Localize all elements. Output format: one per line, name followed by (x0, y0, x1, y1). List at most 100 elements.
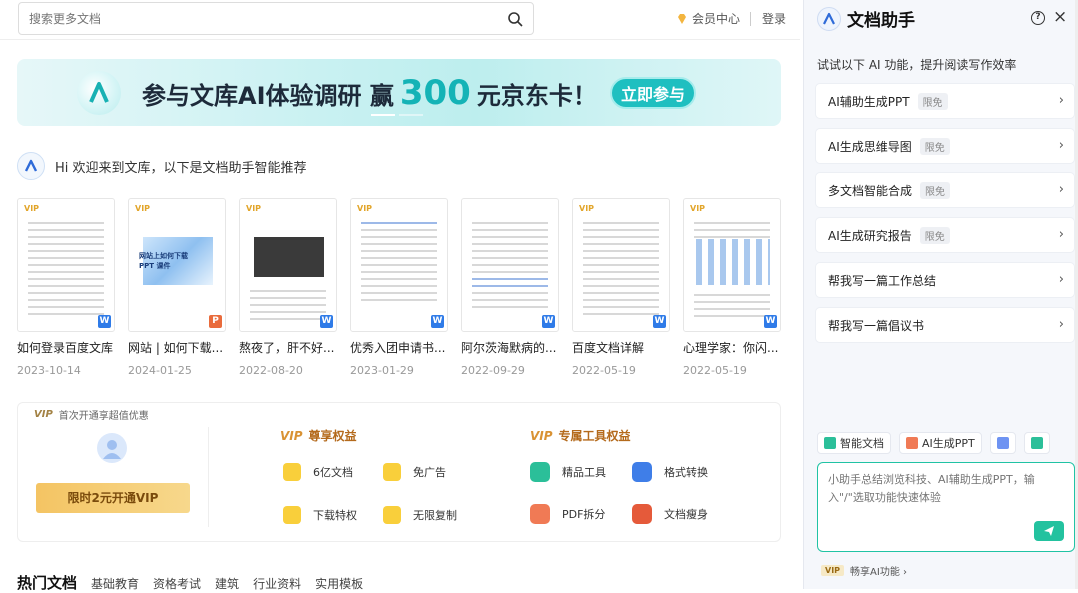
search-icon[interactable] (507, 11, 523, 27)
perk-item[interactable]: 下载特权 (283, 506, 357, 524)
vip-badge: VIP (24, 204, 40, 213)
feature-item[interactable]: 帮我写一篇倡议书 › (815, 307, 1075, 343)
doc-title[interactable]: 百度文档详解 (572, 339, 670, 356)
word-file-icon: W (542, 315, 555, 328)
mindmap-button[interactable] (1023, 432, 1050, 454)
banner-dot[interactable] (399, 114, 423, 116)
chat-input-box[interactable] (817, 462, 1075, 552)
join-now-button[interactable]: 立即参与 (610, 77, 696, 109)
doc-date: 2023-10-14 (17, 364, 81, 377)
doc-thumbnail[interactable]: VIP 网站上如何下载PPT 课件 P (128, 198, 226, 332)
vip-badge: VIP (690, 204, 706, 213)
feature-item[interactable]: 帮我写一篇工作总结 › (815, 262, 1075, 298)
panel-header: 文档助手 (817, 6, 915, 31)
vip-divider (208, 427, 209, 527)
doc-title[interactable]: 心理学家：你闪... (683, 339, 781, 356)
send-button[interactable] (1034, 521, 1064, 541)
chevron-right-icon: › (1058, 272, 1064, 287)
vip-section-title-2: VIP 专属工具权益 (530, 428, 631, 444)
panel-footer[interactable]: VIP 畅享AI功能 › (821, 563, 907, 578)
tab-item[interactable]: 资格考试 (153, 575, 201, 592)
docs-icon (283, 463, 301, 481)
banner-pagination[interactable] (371, 114, 423, 116)
vip-header-text: 首次开通享超值优惠 (58, 411, 149, 422)
perk-item[interactable]: 免广告 (383, 463, 446, 481)
doc-date: 2022-05-19 (683, 364, 747, 377)
tab-item[interactable]: 基础教育 (91, 575, 139, 592)
doc-card[interactable]: VIP W 优秀入团申请书... 2023-01-29 (350, 198, 448, 377)
panel-title: 文档助手 (847, 11, 915, 31)
doc-card[interactable]: VIP W 熬夜了，肝不好... 2022-08-20 (239, 198, 337, 377)
main-content: 会员中心 登录 参与文库AI体验调研 赢 300 元京东卡！ 立即参与 Hi 欢… (0, 0, 800, 592)
doc-card[interactable]: W 阿尔茨海默病的... 2022-09-29 (461, 198, 559, 377)
feature-item[interactable]: 多文档智能合成 限免 › (815, 172, 1075, 208)
tab-item[interactable]: 建筑 (215, 575, 239, 592)
hot-docs-title: 热门文档 (17, 574, 78, 592)
word-file-icon: W (431, 315, 444, 328)
header-divider (750, 12, 751, 26)
tool-item[interactable]: PDF拆分 (530, 504, 605, 524)
doc-thumbnail[interactable]: VIP W (239, 198, 337, 332)
assistant-logo-icon (817, 6, 841, 31)
doc-card[interactable]: VIP W 心理学家：你闪... 2022-05-19 (683, 198, 781, 377)
doc-thumbnail[interactable]: VIP W (17, 198, 115, 332)
word-file-icon: W (653, 315, 666, 328)
chevron-right-icon: › (1058, 182, 1064, 197)
compress-icon (632, 504, 652, 524)
promo-banner[interactable]: 参与文库AI体验调研 赢 300 元京东卡！ 立即参与 (17, 59, 781, 126)
login-link[interactable]: 登录 (762, 10, 786, 27)
help-icon[interactable]: ? (1031, 11, 1045, 25)
chevron-right-icon: › (1058, 93, 1064, 108)
doc-thumbnail[interactable]: VIP W (572, 198, 670, 332)
perk-item[interactable]: 6亿文档 (283, 463, 353, 481)
search-input[interactable] (19, 3, 489, 34)
chevron-right-icon: › (1058, 138, 1064, 153)
doc-title[interactable]: 熬夜了，肝不好... (239, 339, 337, 356)
doc-preview-image (254, 237, 324, 277)
doc-title[interactable]: 阿尔茨海默病的... (461, 339, 559, 356)
vip-badge: VIP (135, 204, 151, 213)
user-avatar (97, 433, 127, 463)
vip-header-badge: VIP (34, 409, 53, 420)
feature-item[interactable]: AI辅助生成PPT 限免 › (815, 83, 1075, 119)
smart-doc-icon (824, 437, 836, 449)
doc-date: 2022-09-29 (461, 364, 525, 377)
no-ads-icon (383, 463, 401, 481)
tool-item[interactable]: 精品工具 (530, 462, 606, 482)
feature-item[interactable]: AI生成研究报告 限免 › (815, 217, 1075, 253)
tool-item[interactable]: 文档瘦身 (632, 504, 708, 524)
search-box[interactable] (18, 2, 534, 35)
doc-title[interactable]: 网站 | 如何下载... (128, 339, 226, 356)
open-vip-button[interactable]: 限时2元开通VIP (36, 483, 190, 513)
banner-dot[interactable] (371, 114, 395, 116)
doc-thumbnail[interactable]: W (461, 198, 559, 332)
doc-title[interactable]: 如何登录百度文库 (17, 339, 115, 356)
doc-title[interactable]: 优秀入团申请书... (350, 339, 448, 356)
close-icon[interactable]: × (1053, 7, 1067, 27)
doc-card[interactable]: VIP W 如何登录百度文库 2023-10-14 (17, 198, 115, 377)
send-icon (1044, 526, 1054, 536)
chat-input[interactable] (818, 463, 1074, 523)
perk-item[interactable]: 无限复制 (383, 506, 457, 524)
vip-badge: VIP (579, 204, 595, 213)
doc-card[interactable]: VIP W 百度文档详解 2022-05-19 (572, 198, 670, 377)
doc-thumbnail[interactable]: VIP W (350, 198, 448, 332)
assistant-greeting: Hi 欢迎来到文库，以下是文档助手智能推荐 (17, 152, 307, 180)
ppt-file-icon: P (209, 315, 222, 328)
vip-card-header: VIP 首次开通享超值优惠 (34, 407, 149, 422)
ai-ppt-button[interactable]: AI生成PPT (899, 432, 982, 454)
doc-thumbnail[interactable]: VIP W (683, 198, 781, 332)
word-file-icon: W (764, 315, 777, 328)
tool-item[interactable]: 格式转换 (632, 462, 708, 482)
tab-item[interactable]: 实用模板 (315, 575, 363, 592)
smart-doc-button[interactable]: 智能文档 (817, 432, 891, 454)
doc-date: 2024-01-25 (128, 364, 192, 377)
vip-center-link[interactable]: 会员中心 (676, 10, 740, 27)
doc-card[interactable]: VIP 网站上如何下载PPT 课件 P 网站 | 如何下载... 2024-01… (128, 198, 226, 377)
chevron-right-icon: › (1058, 317, 1064, 332)
footer-text[interactable]: 畅享AI功能 › (850, 563, 907, 578)
vip-benefits-card: VIP 首次开通享超值优惠 限时2元开通VIP VIP 尊享权益 6亿文档 免广… (17, 402, 781, 542)
tab-item[interactable]: 行业资料 (253, 575, 301, 592)
doc-tool-button[interactable] (989, 432, 1016, 454)
feature-item[interactable]: AI生成思维导图 限免 › (815, 128, 1075, 164)
